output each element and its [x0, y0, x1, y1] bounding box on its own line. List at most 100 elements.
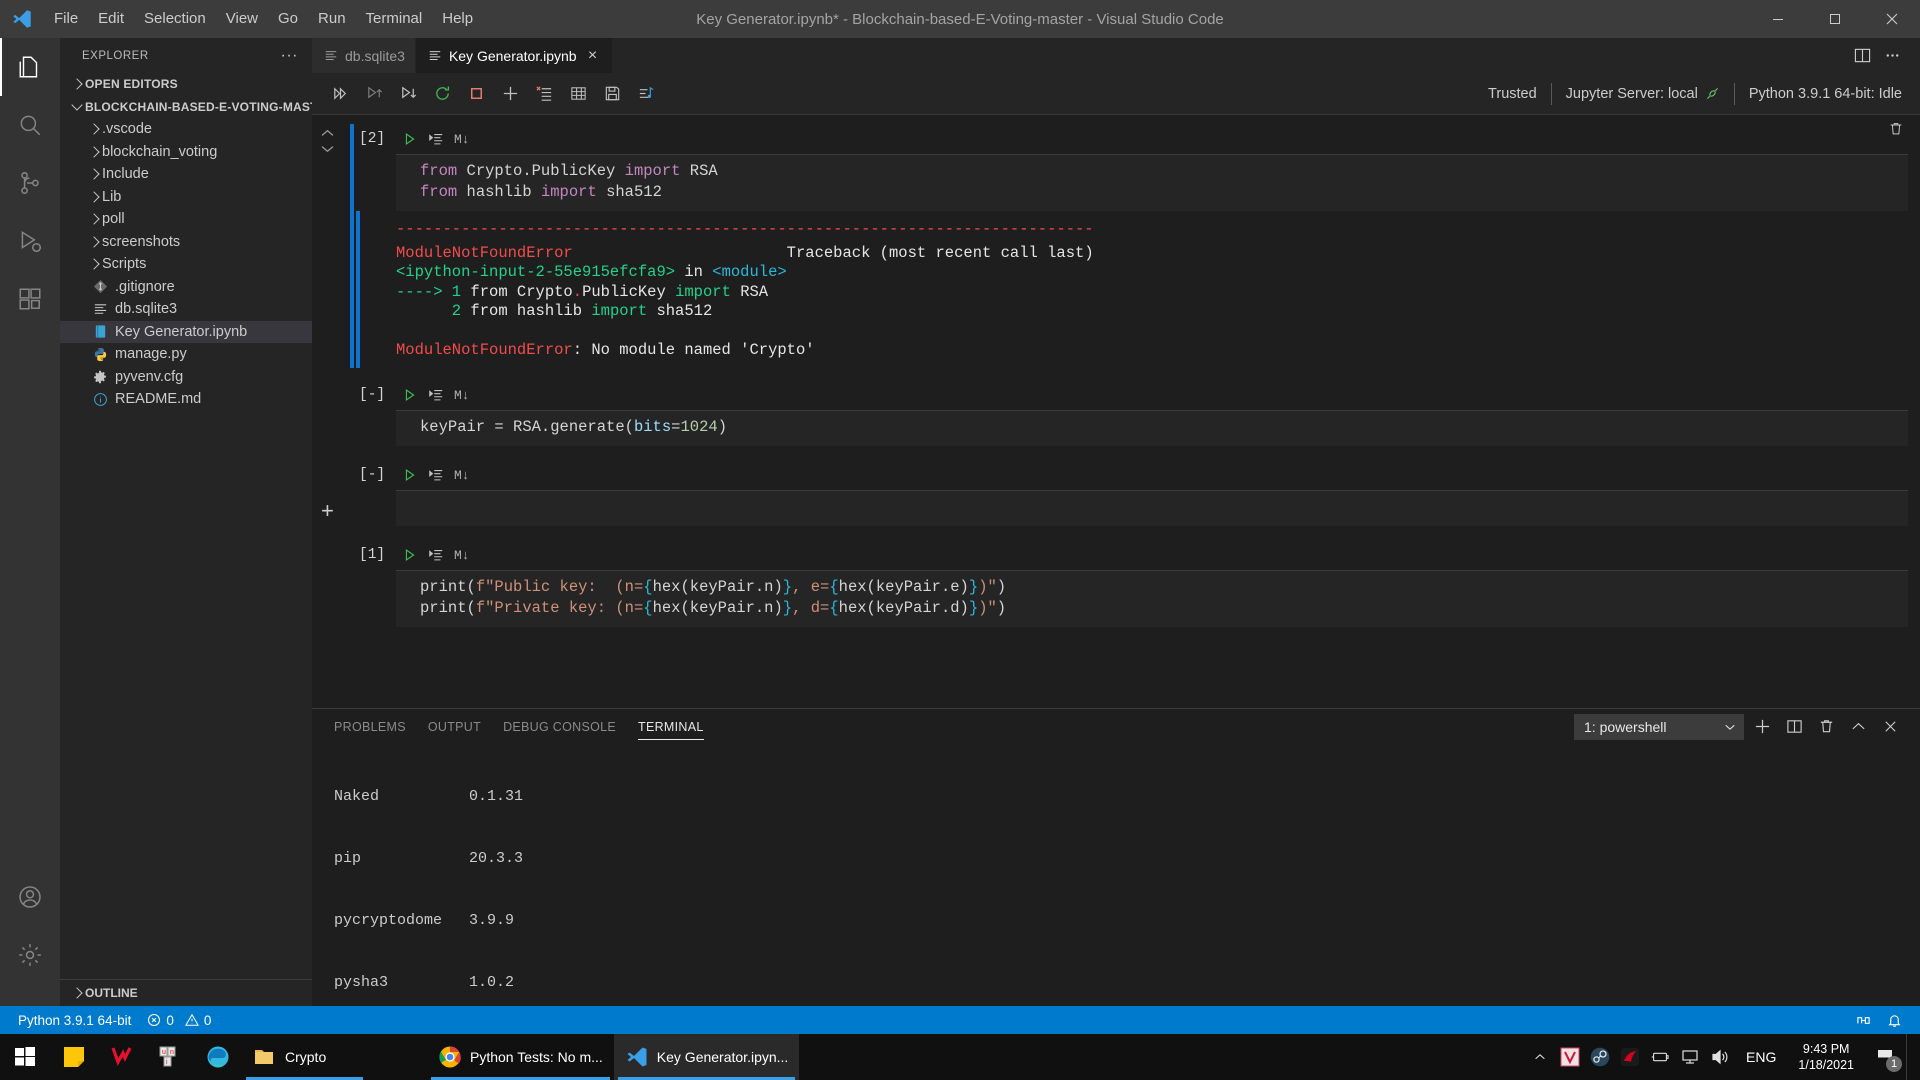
- panel-tab-terminal[interactable]: TERMINAL: [638, 709, 704, 744]
- menu-run[interactable]: Run: [308, 0, 356, 38]
- tree-item-db-sqlite3[interactable]: db.sqlite3: [60, 298, 312, 321]
- activity-source-control-icon[interactable]: [0, 154, 60, 212]
- taskbar-window-crypto[interactable]: Crypto: [242, 1034, 367, 1080]
- activity-manage-gear-icon[interactable]: [0, 926, 60, 984]
- cell-toolbar[interactable]: M↓: [396, 460, 1908, 490]
- markdown-toggle-label[interactable]: M↓: [454, 468, 470, 483]
- markdown-toggle-label[interactable]: M↓: [454, 388, 470, 403]
- kernel-status[interactable]: Python 3.9.1 64-bit: Idle: [1733, 82, 1920, 105]
- menu-go[interactable]: Go: [268, 0, 308, 38]
- tree-item-blockchain-voting[interactable]: blockchain_voting: [60, 141, 312, 164]
- save-icon[interactable]: [596, 78, 628, 110]
- status-problems[interactable]: 0 0: [139, 1006, 219, 1034]
- run-below-cell-icon[interactable]: [428, 467, 444, 483]
- cell-code[interactable]: from Crypto.PublicKey import RSA from ha…: [396, 154, 1908, 211]
- notebook-cell[interactable]: [-] M↓: [312, 446, 1920, 526]
- tab-db-sqlite3[interactable]: db.sqlite3: [312, 38, 416, 73]
- run-above-icon[interactable]: [358, 78, 390, 110]
- tray-v-icon[interactable]: [1556, 1034, 1584, 1080]
- notebook-cell[interactable]: [-] M↓: [312, 368, 1920, 446]
- maximize-button[interactable]: [1806, 0, 1863, 38]
- taskbar-wps-icon[interactable]: [98, 1034, 146, 1080]
- taskbar-edge-icon[interactable]: [194, 1034, 242, 1080]
- minimize-button[interactable]: [1749, 0, 1806, 38]
- sidebar-more-actions-icon[interactable]: ···: [273, 47, 306, 63]
- activity-search-icon[interactable]: [0, 96, 60, 154]
- clear-outputs-icon[interactable]: [528, 78, 560, 110]
- cell-code[interactable]: keyPair = RSA.generate(bits=1024): [396, 410, 1908, 446]
- trusted-status[interactable]: Trusted: [1474, 83, 1551, 105]
- start-button-icon[interactable]: [0, 1034, 50, 1080]
- run-below-cell-icon[interactable]: [428, 387, 444, 403]
- tree-item-readme-md[interactable]: README.md: [60, 388, 312, 411]
- activity-explorer-icon[interactable]: [0, 38, 60, 96]
- cell-toolbar[interactable]: M↓: [396, 540, 1908, 570]
- tray-language[interactable]: ENG: [1736, 1034, 1786, 1080]
- notebook-cell[interactable]: [1] M↓ print(f"Public key: (n={hex(keyPa…: [312, 526, 1920, 627]
- tree-item-vscode[interactable]: .vscode: [60, 118, 312, 141]
- close-icon[interactable]: ×: [584, 47, 602, 65]
- status-bell-icon[interactable]: [1879, 1006, 1910, 1034]
- cell-toolbar[interactable]: M↓: [396, 380, 1908, 410]
- new-terminal-icon[interactable]: [1748, 713, 1776, 741]
- taskbar-clock[interactable]: 9:43 PM 1/18/2021: [1788, 1041, 1864, 1073]
- run-below-cell-icon[interactable]: [428, 131, 444, 147]
- tree-item-include[interactable]: Include: [60, 163, 312, 186]
- jupyter-server-status[interactable]: Jupyter Server: local: [1550, 82, 1734, 105]
- status-python-version[interactable]: Python 3.9.1 64-bit: [10, 1006, 139, 1034]
- close-button[interactable]: [1863, 0, 1920, 38]
- split-editor-icon[interactable]: [1848, 38, 1876, 73]
- split-terminal-icon[interactable]: [1780, 713, 1808, 741]
- run-below-icon[interactable]: [392, 78, 424, 110]
- menu-help[interactable]: Help: [432, 0, 483, 38]
- run-below-cell-icon[interactable]: [428, 547, 444, 563]
- tray-steam-icon[interactable]: [1586, 1034, 1614, 1080]
- menu-bar[interactable]: File Edit Selection View Go Run Terminal…: [44, 0, 483, 38]
- tray-chevron-up-icon[interactable]: [1526, 1034, 1554, 1080]
- tab-key-generator-ipynb[interactable]: Key Generator.ipynb ×: [415, 38, 613, 73]
- menu-terminal[interactable]: Terminal: [356, 0, 433, 38]
- terminal-output[interactable]: Naked 0.1.31 pip 20.3.3 pycryptodome 3.9…: [312, 744, 1920, 1006]
- tree-item-gitignore[interactable]: .gitignore: [60, 276, 312, 299]
- run-cell-icon[interactable]: [402, 467, 418, 483]
- menu-edit[interactable]: Edit: [88, 0, 134, 38]
- panel-tab-debug-console[interactable]: DEBUG CONSOLE: [503, 709, 616, 744]
- panel-tab-output[interactable]: OUTPUT: [428, 709, 481, 744]
- tray-msi-icon[interactable]: [1616, 1034, 1644, 1080]
- export-icon[interactable]: [630, 78, 662, 110]
- run-cell-icon[interactable]: [402, 131, 418, 147]
- tray-network-icon[interactable]: [1676, 1034, 1704, 1080]
- tree-item-poll[interactable]: poll: [60, 208, 312, 231]
- notification-center-icon[interactable]: 1: [1866, 1034, 1904, 1080]
- activity-run-debug-icon[interactable]: [0, 212, 60, 270]
- add-cell-icon[interactable]: +: [321, 498, 334, 524]
- taskbar-sticky-notes-icon[interactable]: [50, 1034, 98, 1080]
- run-cell-icon[interactable]: [402, 547, 418, 563]
- activity-account-icon[interactable]: [0, 868, 60, 926]
- close-panel-icon[interactable]: [1876, 713, 1904, 741]
- ellipsis-icon[interactable]: [1878, 38, 1906, 73]
- panel-tab-problems[interactable]: PROBLEMS: [334, 709, 406, 744]
- tree-section-project[interactable]: BLOCKCHAIN-BASED-E-VOTING-MASTER: [60, 96, 312, 119]
- activity-extensions-icon[interactable]: [0, 270, 60, 328]
- status-remote-icon[interactable]: [1848, 1006, 1879, 1034]
- markdown-toggle-label[interactable]: M↓: [454, 548, 470, 563]
- run-cell-icon[interactable]: [402, 387, 418, 403]
- cell-toolbar[interactable]: M↓: [396, 123, 1908, 154]
- cell-code[interactable]: [396, 490, 1908, 526]
- maximize-panel-chevron-up-icon[interactable]: [1844, 713, 1872, 741]
- taskbar-window-python-tests[interactable]: Python Tests: No m...: [427, 1034, 614, 1080]
- taskbar-unikey-icon[interactable]: uni: [146, 1034, 194, 1080]
- menu-selection[interactable]: Selection: [134, 0, 216, 38]
- tree-item-key-generator-ipynb[interactable]: Key Generator.ipynb: [60, 320, 312, 343]
- tree-item-screenshots[interactable]: screenshots: [60, 231, 312, 254]
- window-controls[interactable]: [1749, 0, 1920, 38]
- tree-item-manage-py[interactable]: manage.py: [60, 343, 312, 366]
- markdown-toggle-label[interactable]: M↓: [454, 132, 470, 147]
- tree-section-open-editors[interactable]: OPEN EDITORS: [60, 73, 312, 96]
- tree-item-pyvenv-cfg[interactable]: pyvenv.cfg: [60, 366, 312, 389]
- file-tree[interactable]: OPEN EDITORS BLOCKCHAIN-BASED-E-VOTING-M…: [60, 73, 312, 979]
- tree-item-lib[interactable]: Lib: [60, 186, 312, 209]
- tray-volume-icon[interactable]: [1706, 1034, 1734, 1080]
- show-desktop-button[interactable]: [1906, 1034, 1914, 1080]
